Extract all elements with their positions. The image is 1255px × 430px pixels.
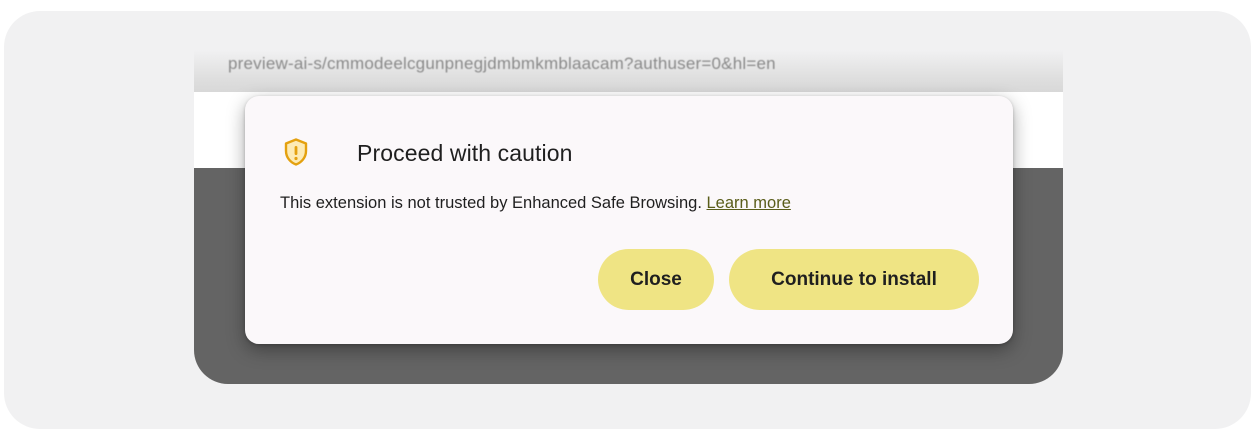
address-bar[interactable]: preview-ai-s/cmmodeelcgunpnegjdmbmkmblaa… xyxy=(194,50,1063,92)
caution-dialog: Proceed with caution This extension is n… xyxy=(245,96,1013,344)
close-button[interactable]: Close xyxy=(598,249,714,310)
dialog-title: Proceed with caution xyxy=(357,140,573,166)
continue-to-install-button[interactable]: Continue to install xyxy=(729,249,979,310)
learn-more-link[interactable]: Learn more xyxy=(707,194,791,212)
shield-warning-icon xyxy=(284,138,308,166)
url-text: preview-ai-s/cmmodeelcgunpnegjdmbmkmblaa… xyxy=(228,54,776,73)
dialog-message: This extension is not trusted by Enhance… xyxy=(280,194,791,213)
dialog-message-text: This extension is not trusted by Enhance… xyxy=(280,194,707,212)
